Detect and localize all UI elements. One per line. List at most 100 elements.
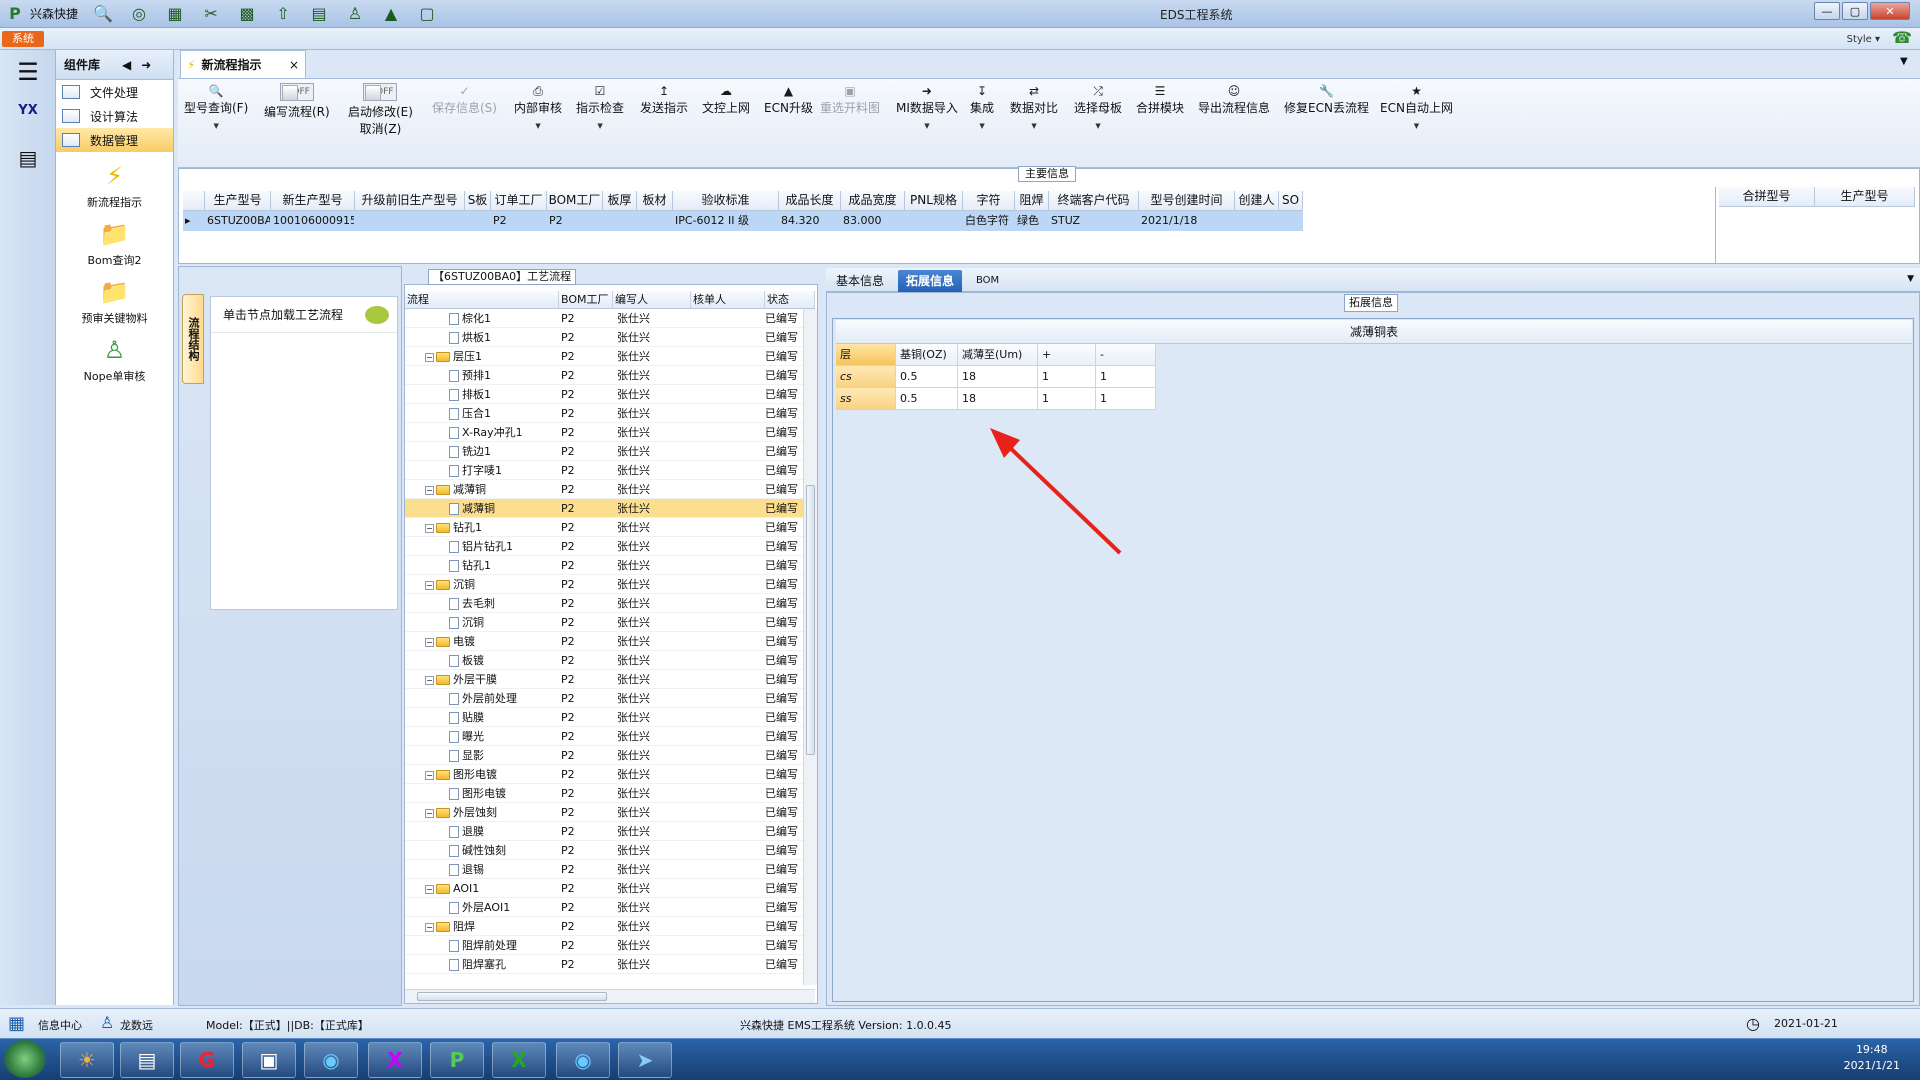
collapse-toggle-icon[interactable]: −: [425, 922, 434, 932]
reselect-cut-button[interactable]: ▣ 重选开料图: [820, 83, 880, 116]
col-header[interactable]: 板厚: [603, 191, 637, 211]
taskbar-eye[interactable]: ◉: [304, 1042, 358, 1078]
tree-row[interactable]: − 阻焊 P2 张仕兴 已编写: [405, 917, 803, 936]
main-info-row[interactable]: ▸6STUZ00BA010010600091540 P2P2 IPC-6012 II…: [183, 211, 1303, 231]
cell-base-copper[interactable]: 0.5: [896, 366, 958, 388]
tree-row[interactable]: 板镀 P2 张仕兴 已编写: [405, 651, 803, 670]
taskbar-floppy[interactable]: ▣: [242, 1042, 296, 1078]
tab-new-flow[interactable]: ⚡ 新流程指示 ×: [180, 50, 306, 78]
tree-row[interactable]: − 钻孔1 P2 张仕兴 已编写: [405, 518, 803, 537]
col-header[interactable]: 新生产型号: [271, 191, 355, 211]
tree-row[interactable]: − 图形电镀 P2 张仕兴 已编写: [405, 765, 803, 784]
pin-icon[interactable]: ➜: [141, 58, 151, 72]
cell[interactable]: 83.000: [841, 211, 905, 231]
tree-row[interactable]: 阻焊塞孔 P2 张仕兴 已编写: [405, 955, 803, 974]
cell[interactable]: [355, 211, 465, 231]
chart-icon[interactable]: ▲: [380, 2, 402, 24]
cell[interactable]: P2: [491, 211, 547, 231]
tab-extended-info[interactable]: 拓展信息: [898, 270, 963, 292]
col-layer[interactable]: 层: [836, 344, 896, 366]
model-query-button[interactable]: 🔍 型号查询(F) ▼: [184, 83, 248, 130]
doc-online-button[interactable]: ☁ 文控上网: [702, 83, 750, 116]
comp-item-algorithm[interactable]: 设计算法: [56, 104, 173, 128]
phone-icon[interactable]: ☎: [1892, 28, 1912, 47]
menu-icon[interactable]: ☰: [10, 54, 46, 90]
search-icon[interactable]: 🔍: [92, 2, 114, 24]
tab-bom[interactable]: BOM: [968, 270, 1007, 292]
cell[interactable]: [905, 211, 963, 231]
taskbar-excel[interactable]: X: [492, 1042, 546, 1078]
tree-row[interactable]: − AOI1 P2 张仕兴 已编写: [405, 879, 803, 898]
col-header[interactable]: 验收标准: [673, 191, 779, 211]
taskbar-notepad[interactable]: ▤: [120, 1042, 174, 1078]
toggle-switch[interactable]: OFF: [363, 83, 398, 101]
taskbar-p-app[interactable]: P: [430, 1042, 484, 1078]
ecn-upgrade-button[interactable]: ▲ ECN升级: [764, 83, 813, 116]
cell-thin-to[interactable]: 18: [958, 388, 1038, 410]
send-instruction-button[interactable]: ↥ 发送指示: [640, 83, 688, 116]
cell[interactable]: [465, 211, 491, 231]
col-minus[interactable]: -: [1096, 344, 1156, 366]
cell[interactable]: 10010600091540: [271, 211, 355, 231]
write-flow-toggle[interactable]: OFF 编写流程(R): [264, 83, 330, 120]
tree-row[interactable]: 预排1 P2 张仕兴 已编写: [405, 366, 803, 385]
table-row[interactable]: ss 0.5 18 1 1: [836, 388, 1158, 410]
comp-nope-review[interactable]: ♙ Nope单审核: [56, 334, 173, 384]
cell-plus[interactable]: 1: [1038, 366, 1096, 388]
tree-row[interactable]: 显影 P2 张仕兴 已编写: [405, 746, 803, 765]
repair-ecn-button[interactable]: 🔧 修复ECN丢流程: [1284, 83, 1369, 116]
cell[interactable]: 6STUZ00BA0: [205, 211, 271, 231]
col-header[interactable]: BOM工厂: [547, 191, 603, 211]
tree-row[interactable]: 排板1 P2 张仕兴 已编写: [405, 385, 803, 404]
col-writer[interactable]: 编写人: [613, 291, 691, 308]
tree-row[interactable]: − 外层干膜 P2 张仕兴 已编写: [405, 670, 803, 689]
select-mother-board-button[interactable]: ⤮ 选择母板 ▼: [1074, 83, 1122, 130]
yx-logo-icon[interactable]: YX: [10, 92, 46, 128]
col-header[interactable]: 终端客户代码: [1049, 191, 1139, 211]
info-center[interactable]: 信息中心: [38, 1017, 82, 1033]
tree-row[interactable]: 铝片钻孔1 P2 张仕兴 已编写: [405, 537, 803, 556]
internal-review-button[interactable]: ⎙ 内部审核 ▼: [514, 83, 562, 130]
col-merge-model[interactable]: 合拼型号: [1719, 187, 1815, 207]
collapse-toggle-icon[interactable]: −: [425, 485, 434, 495]
tree-row[interactable]: 碱性蚀刻 P2 张仕兴 已编写: [405, 841, 803, 860]
mi-import-button[interactable]: ➜ MI数据导入 ▼: [896, 83, 958, 130]
tree-row[interactable]: − 沉铜 P2 张仕兴 已编写: [405, 575, 803, 594]
user-icon[interactable]: ♙: [344, 2, 366, 24]
taskbar-eye-2[interactable]: ◉: [556, 1042, 610, 1078]
tree-row[interactable]: 棕化1 P2 张仕兴 已编写: [405, 309, 803, 328]
cell[interactable]: [1279, 211, 1303, 231]
col-header[interactable]: 阻焊: [1015, 191, 1049, 211]
comp-pre-review[interactable]: 📁 预审关键物料: [56, 276, 173, 326]
tree-row[interactable]: − 层压1 P2 张仕兴 已编写: [405, 347, 803, 366]
tree-row[interactable]: 去毛刺 P2 张仕兴 已编写: [405, 594, 803, 613]
cell[interactable]: [1235, 211, 1279, 231]
cell[interactable]: 84.320: [779, 211, 841, 231]
col-bom-factory[interactable]: BOM工厂: [559, 291, 613, 308]
close-tab-icon[interactable]: ×: [289, 58, 299, 72]
tree-row[interactable]: 贴膜 P2 张仕兴 已编写: [405, 708, 803, 727]
windows-grid-icon[interactable]: ▦: [8, 1013, 25, 1034]
tree-row[interactable]: 烘板1 P2 张仕兴 已编写: [405, 328, 803, 347]
system-tab[interactable]: 系统: [2, 31, 44, 47]
cell-layer[interactable]: ss: [836, 388, 896, 410]
tree-row[interactable]: 铣边1 P2 张仕兴 已编写: [405, 442, 803, 461]
table-icon[interactable]: ▤: [308, 2, 330, 24]
col-header[interactable]: SO: [1279, 191, 1303, 211]
maximize-button[interactable]: ▢: [1842, 2, 1868, 20]
tree-row[interactable]: 退锡 P2 张仕兴 已编写: [405, 860, 803, 879]
col-header[interactable]: 板材: [637, 191, 673, 211]
col-plus[interactable]: +: [1038, 344, 1096, 366]
taskbar-clock[interactable]: 19:48 2021/1/21: [1844, 1042, 1900, 1074]
style-menu[interactable]: Style ▾: [1847, 34, 1880, 45]
cell-plus[interactable]: 1: [1038, 388, 1096, 410]
row-indicator[interactable]: ▸: [183, 211, 205, 231]
start-button[interactable]: [4, 1040, 46, 1078]
collapse-toggle-icon[interactable]: −: [425, 884, 434, 894]
tab-basic-info[interactable]: 基本信息: [828, 270, 892, 292]
ecn-auto-online-button[interactable]: ★ ECN自动上网 ▼: [1380, 83, 1453, 130]
cell[interactable]: 白色字符: [963, 211, 1015, 231]
scissors-icon[interactable]: ✂: [200, 2, 222, 24]
col-header[interactable]: 成品宽度: [841, 191, 905, 211]
toggle-switch[interactable]: OFF: [279, 83, 314, 101]
